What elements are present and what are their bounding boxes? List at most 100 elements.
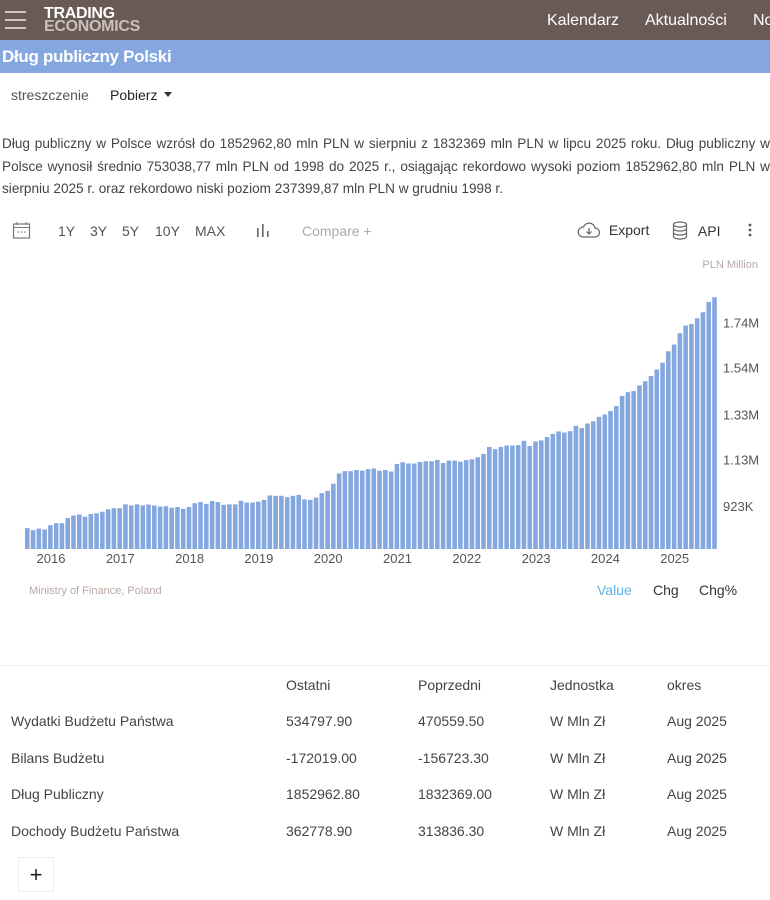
chart-bar[interactable] [100,511,105,549]
chart-bar[interactable] [204,503,209,549]
chart-bar[interactable] [533,441,538,549]
chart-bar[interactable] [290,495,296,549]
chart-bar[interactable] [498,446,504,549]
chart-bar[interactable] [377,470,382,549]
summary-tab[interactable]: streszczenie [11,87,89,103]
chart-bar[interactable] [654,369,660,549]
chart-bar[interactable] [117,508,122,549]
chart-bar[interactable] [677,333,683,549]
more-options-icon[interactable] [746,222,754,241]
chart-bar[interactable] [94,513,99,549]
chart-bar[interactable] [105,509,111,549]
chart-bar[interactable] [279,495,284,549]
chart-bar[interactable] [313,497,319,549]
nav-aktualnosci[interactable]: Aktualności [645,12,727,30]
chart-bar[interactable] [348,471,353,549]
chart-bar[interactable] [538,440,544,549]
chart-bar[interactable] [712,297,717,549]
nav-kalendarz[interactable]: Kalendarz [547,12,619,30]
chart-bar[interactable] [354,470,359,549]
chart-bar[interactable] [631,391,636,549]
chart-bar[interactable] [666,351,671,549]
chart-bar[interactable] [446,460,452,549]
chart-bar[interactable] [296,494,301,549]
chart-bar[interactable] [700,312,706,549]
chart-bar[interactable] [515,445,521,549]
chart-bar[interactable] [683,325,688,549]
chart-bar[interactable] [383,470,388,549]
chart-bar[interactable] [689,323,694,549]
indicator-name-link[interactable]: Wydatki Budżetu Państwa [11,713,174,729]
chart-bar[interactable] [579,428,584,549]
chart-bar[interactable] [619,395,625,549]
chart-bar[interactable] [146,504,151,549]
chart-bar[interactable] [510,445,515,549]
chart-bar[interactable] [76,514,82,549]
chart-bar[interactable] [319,493,325,549]
export-button[interactable]: Export [577,221,649,239]
chart-bar[interactable] [215,502,221,549]
chart-bar[interactable] [123,504,128,549]
chart-bar[interactable] [411,463,417,549]
chart-bar[interactable] [342,471,348,549]
chart-bar[interactable] [256,501,261,549]
chart-bar[interactable] [180,508,186,549]
chart-bar[interactable] [637,385,642,549]
chart-bar[interactable] [440,463,446,549]
chart-bar[interactable] [250,502,255,549]
chart-bar[interactable] [671,344,677,549]
calendar-icon[interactable] [12,221,31,243]
nav-more[interactable]: No [753,12,770,30]
chart-bar[interactable] [562,432,567,549]
chart-bar[interactable] [111,508,117,549]
chart-bar[interactable] [284,497,290,549]
chart-bar[interactable] [128,505,134,549]
range-3y[interactable]: 3Y [90,223,107,239]
logo[interactable]: TRADING ECONOMICS [44,6,140,35]
chart-bar[interactable] [175,507,180,549]
chart-bar[interactable] [388,471,394,549]
chart-bar[interactable] [273,495,278,549]
chart-bar[interactable] [608,411,613,549]
chart-bar[interactable] [706,301,712,549]
chart-bar[interactable] [394,463,400,549]
chart-bar[interactable] [42,529,47,549]
chart-bar[interactable] [59,523,65,549]
chart-bar[interactable] [469,459,475,549]
hamburger-menu-icon[interactable] [5,11,26,29]
mode-chg-pct[interactable]: Chg% [699,582,737,598]
range-1y[interactable]: 1Y [58,223,75,239]
chart-bar[interactable] [261,499,267,549]
range-10y[interactable]: 10Y [155,223,180,239]
chart-bar[interactable] [88,513,94,549]
chart-bar[interactable] [163,506,169,549]
chart-bar[interactable] [463,460,469,549]
range-5y[interactable]: 5Y [122,223,139,239]
chart-bar[interactable] [544,437,550,549]
chart-bar[interactable] [694,318,700,549]
chart-bar[interactable] [169,507,174,549]
chart-bar[interactable] [53,523,59,549]
chart-bar[interactable] [492,449,498,549]
chart-bar[interactable] [238,500,244,549]
chart-bar[interactable] [359,470,365,549]
mode-value[interactable]: Value [597,582,632,598]
chart-bar[interactable] [429,461,434,549]
chart-bar[interactable] [435,459,440,549]
chart-bar[interactable] [331,483,336,549]
chart-bar[interactable] [556,431,561,549]
range-max[interactable]: MAX [195,223,225,239]
chart-bar[interactable] [221,504,226,549]
chart-bar[interactable] [65,518,70,549]
indicator-name-link[interactable]: Bilans Budżetu [11,750,104,766]
chart-bar[interactable] [458,461,463,549]
chart-bar[interactable] [134,504,140,549]
api-button[interactable]: API [672,221,720,240]
chart-bar[interactable] [423,461,429,549]
chart-bar[interactable] [475,457,481,549]
chart-bar[interactable] [25,528,30,549]
chart-bar[interactable] [567,431,573,549]
chart-bar[interactable] [336,473,342,549]
chart-bar[interactable] [596,416,602,549]
chart-bar[interactable] [417,461,423,549]
